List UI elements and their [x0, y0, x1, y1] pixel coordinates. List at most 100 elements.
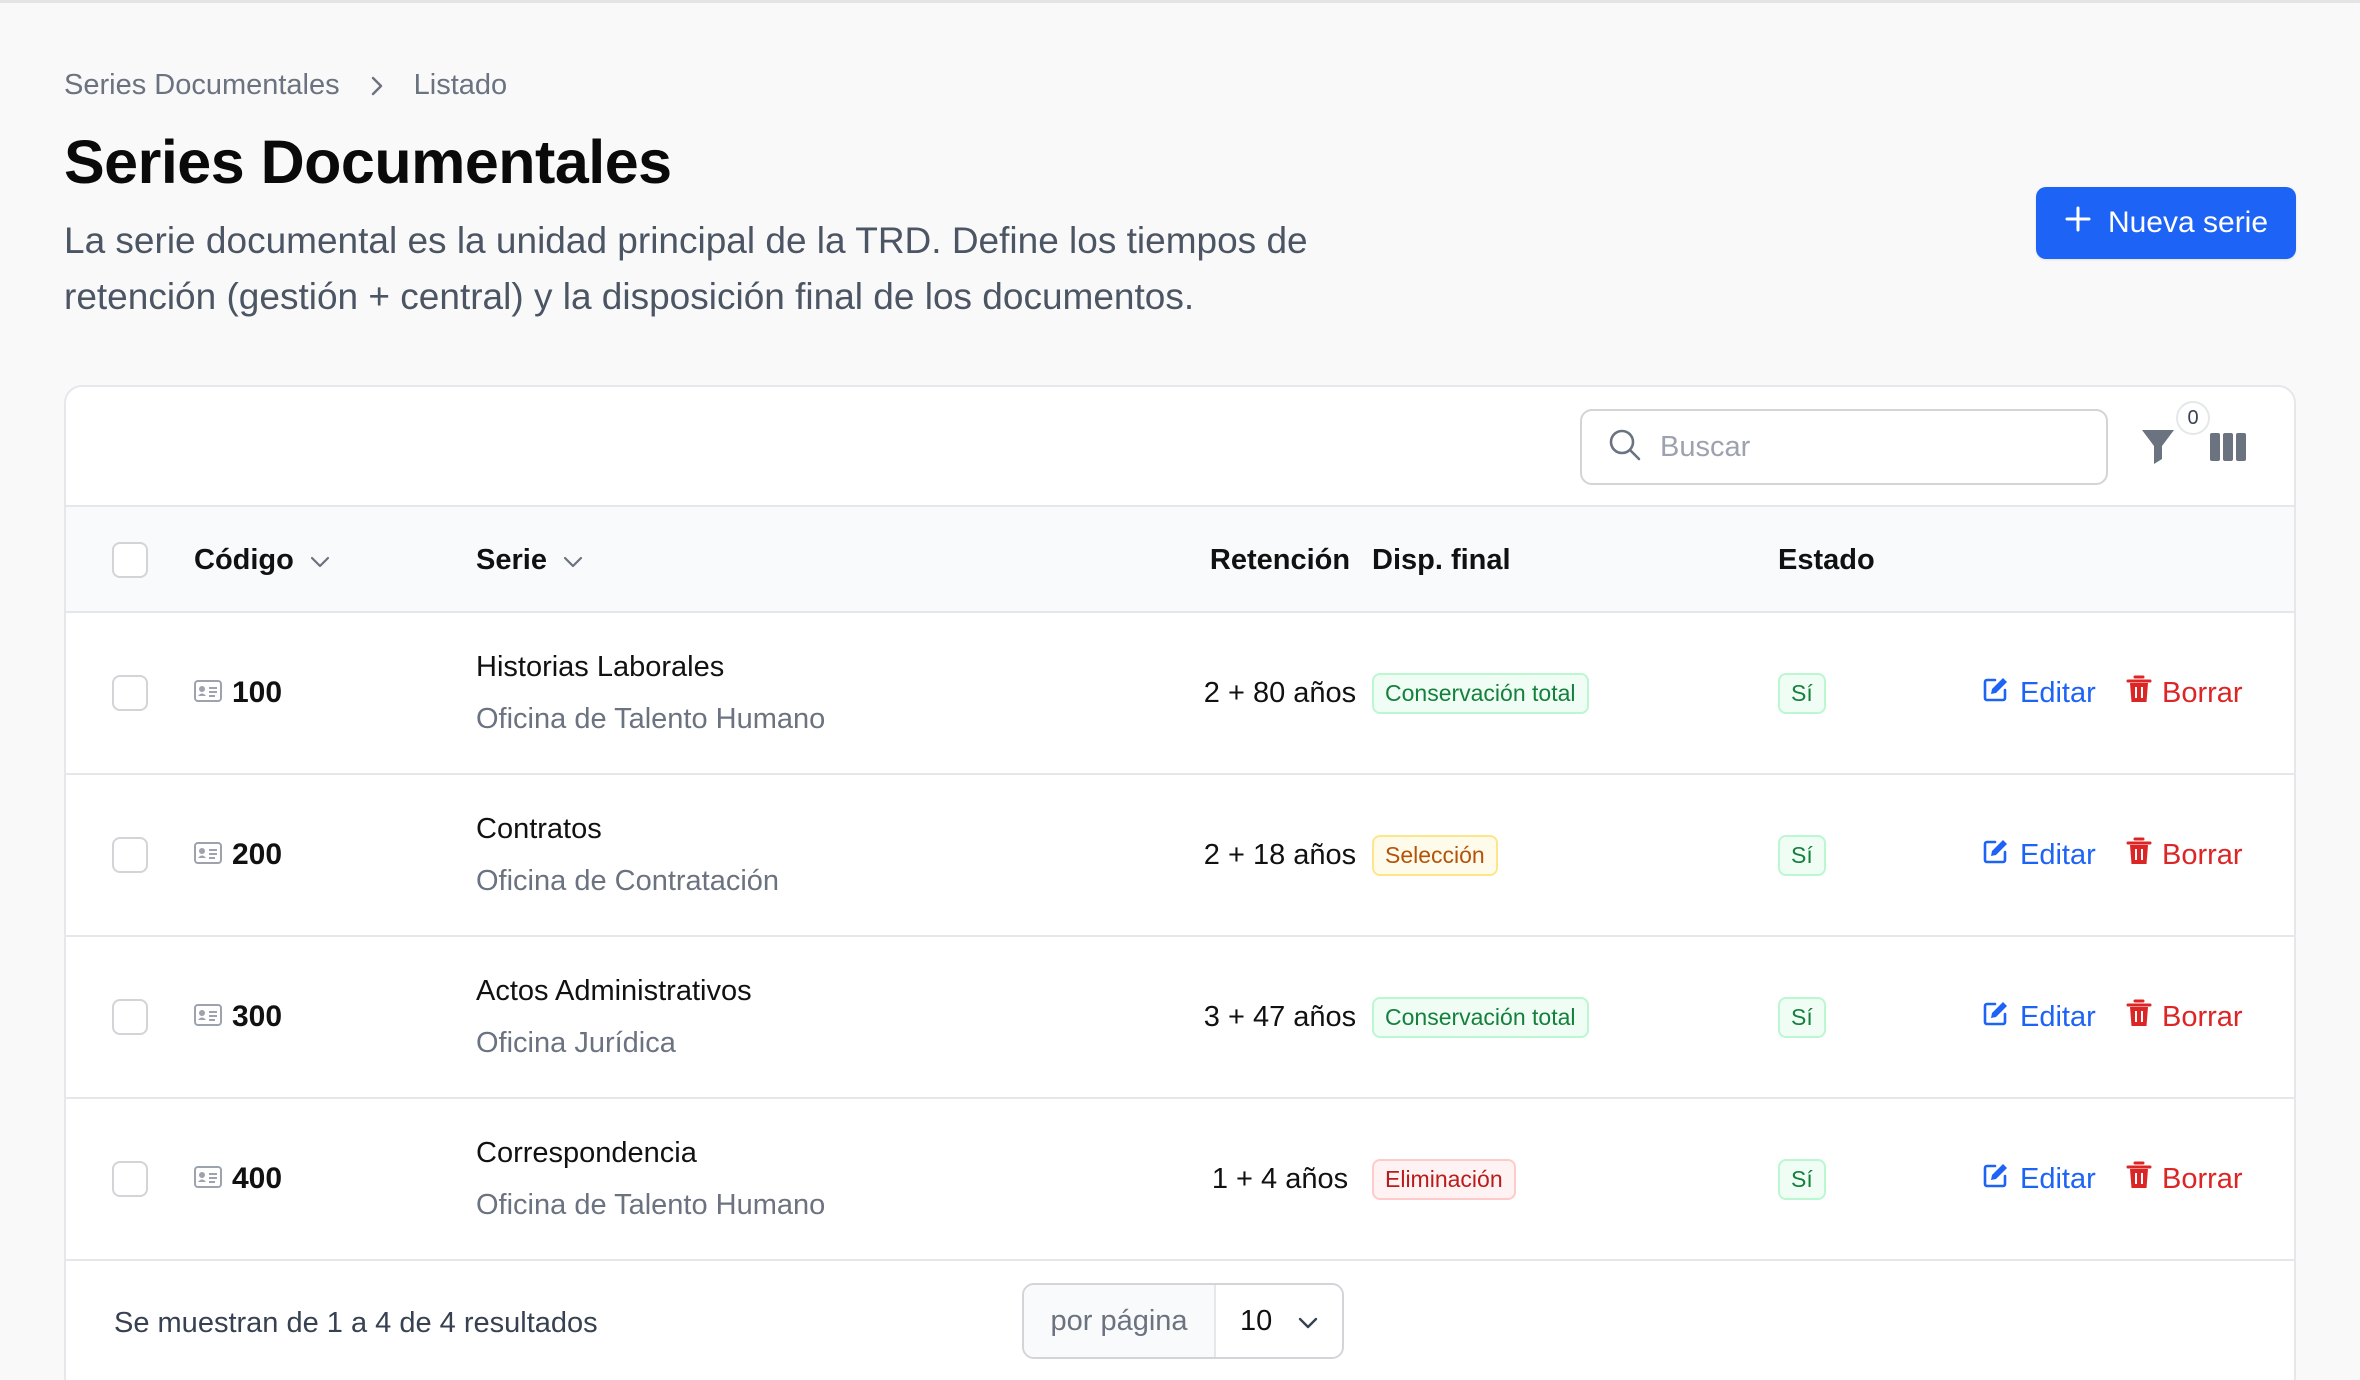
chevron-down-icon [1298, 1305, 1318, 1338]
filter-button[interactable] [2138, 427, 2178, 471]
id-card-icon [194, 676, 222, 710]
delete-action[interactable]: Borrar [2126, 775, 2243, 935]
codigo-cell: 300 [194, 937, 282, 1097]
select-all-cell [112, 507, 148, 613]
row-select-cell [112, 775, 148, 935]
edit-label: Editar [2020, 1162, 2096, 1195]
table-footer: Se muestran de 1 a 4 de 4 resultados por… [66, 1261, 2294, 1380]
edit-action[interactable]: Editar [1982, 775, 2096, 935]
table-row: 300 Actos Administrativos Oficina Jurídi… [66, 937, 2294, 1099]
search-icon [1608, 428, 1642, 467]
id-card-icon [194, 1162, 222, 1196]
serie-name: Contratos [476, 813, 602, 845]
estado-cell: Sí [1778, 1099, 1826, 1259]
serie-office: Oficina de Contratación [476, 865, 780, 897]
table-row: 400 Correspondencia Oficina de Talento H… [66, 1099, 2294, 1261]
edit-icon [1982, 837, 2010, 873]
edit-action[interactable]: Editar [1982, 1099, 2096, 1259]
table-row: 200 Contratos Oficina de Contratación 2 … [66, 775, 2294, 937]
codigo-value: 400 [232, 1162, 283, 1195]
series-table-card: 0 Código Serie [64, 385, 2296, 1380]
row-checkbox[interactable] [112, 837, 148, 873]
column-estado: Estado [1778, 543, 1875, 576]
codigo-cell: 400 [194, 1099, 282, 1259]
status-badge: Sí [1778, 834, 1826, 876]
per-page-label: por página [1024, 1285, 1216, 1357]
serie-cell: Contratos Oficina de Contratación [476, 775, 779, 935]
codigo-cell: 200 [194, 775, 282, 935]
serie-cell: Correspondencia Oficina de Talento Human… [476, 1099, 825, 1259]
edit-label: Editar [2020, 676, 2096, 709]
select-all-checkbox[interactable] [112, 542, 148, 578]
disp-final-cell: Eliminación [1372, 1099, 1516, 1259]
row-select-cell [112, 1099, 148, 1259]
codigo-value: 100 [232, 676, 283, 709]
page-description: La serie documental es la unidad princip… [64, 220, 1308, 317]
delete-label: Borrar [2162, 838, 2243, 871]
serie-name: Actos Administrativos [476, 975, 752, 1007]
column-codigo-label: Código [194, 543, 294, 576]
column-disp-final: Disp. final [1372, 543, 1511, 576]
disp-final-badge: Conservación total [1372, 996, 1589, 1038]
disp-final-cell: Conservación total [1372, 937, 1589, 1097]
estado-cell: Sí [1778, 775, 1826, 935]
edit-action[interactable]: Editar [1982, 613, 2096, 773]
trash-icon [2126, 1160, 2152, 1198]
codigo-cell: 100 [194, 613, 282, 773]
per-page-control: por página 10 [1022, 1283, 1344, 1359]
id-card-icon [194, 838, 222, 872]
columns-icon [2209, 432, 2247, 467]
column-codigo[interactable]: Código [194, 507, 330, 613]
edit-icon [1982, 675, 2010, 711]
per-page-select[interactable]: 10 [1216, 1285, 1342, 1357]
breadcrumb-link-series[interactable]: Series Documentales [64, 69, 340, 102]
columns-toggle-button[interactable] [2206, 427, 2250, 471]
disp-final-badge: Selección [1372, 834, 1498, 876]
column-serie[interactable]: Serie [476, 507, 583, 613]
table-row: 100 Historias Laborales Oficina de Talen… [66, 613, 2294, 775]
delete-label: Borrar [2162, 1162, 2243, 1195]
edit-action[interactable]: Editar [1982, 937, 2096, 1097]
delete-action[interactable]: Borrar [2126, 613, 2243, 773]
breadcrumb-current: Listado [413, 69, 508, 101]
delete-action[interactable]: Borrar [2126, 1099, 2243, 1259]
edit-label: Editar [2020, 1000, 2096, 1033]
status-badge: Sí [1778, 672, 1826, 714]
edit-icon [1982, 1161, 2010, 1197]
serie-office: Oficina Jurídica [476, 1027, 676, 1059]
table-toolbar: 0 [66, 387, 2294, 507]
disp-final-badge: Conservación total [1372, 672, 1589, 714]
delete-action[interactable]: Borrar [2126, 937, 2243, 1097]
serie-cell: Actos Administrativos Oficina Jurídica [476, 937, 752, 1097]
page-title: Series Documentales [64, 128, 672, 196]
trash-icon [2126, 998, 2152, 1036]
codigo-value: 300 [232, 1000, 283, 1033]
delete-label: Borrar [2162, 1000, 2243, 1033]
new-series-button[interactable]: Nueva serie [2036, 187, 2296, 259]
new-series-label: Nueva serie [2107, 206, 2269, 239]
row-select-cell [112, 613, 148, 773]
estado-cell: Sí [1778, 613, 1826, 773]
id-card-icon [194, 1000, 222, 1034]
row-checkbox[interactable] [112, 999, 148, 1035]
row-checkbox[interactable] [112, 675, 148, 711]
chevron-down-icon [310, 544, 330, 577]
search-field[interactable] [1580, 409, 2108, 485]
serie-name: Correspondencia [476, 1137, 697, 1169]
filter-icon [2140, 427, 2176, 472]
search-input[interactable] [1660, 430, 2060, 464]
status-badge: Sí [1778, 996, 1826, 1038]
serie-office: Oficina de Talento Humano [476, 1189, 826, 1221]
per-page-value: 10 [1240, 1304, 1273, 1337]
disp-final-cell: Conservación total [1372, 613, 1589, 773]
trash-icon [2126, 836, 2152, 874]
row-checkbox[interactable] [112, 1161, 148, 1197]
results-summary: Se muestran de 1 a 4 de 4 resultados [114, 1306, 598, 1339]
chevron-right-icon [370, 75, 384, 97]
chevron-down-icon [563, 544, 583, 577]
disp-final-cell: Selección [1372, 775, 1498, 935]
row-select-cell [112, 937, 148, 1097]
serie-name: Historias Laborales [476, 651, 725, 683]
edit-icon [1982, 999, 2010, 1035]
column-serie-label: Serie [476, 543, 547, 576]
